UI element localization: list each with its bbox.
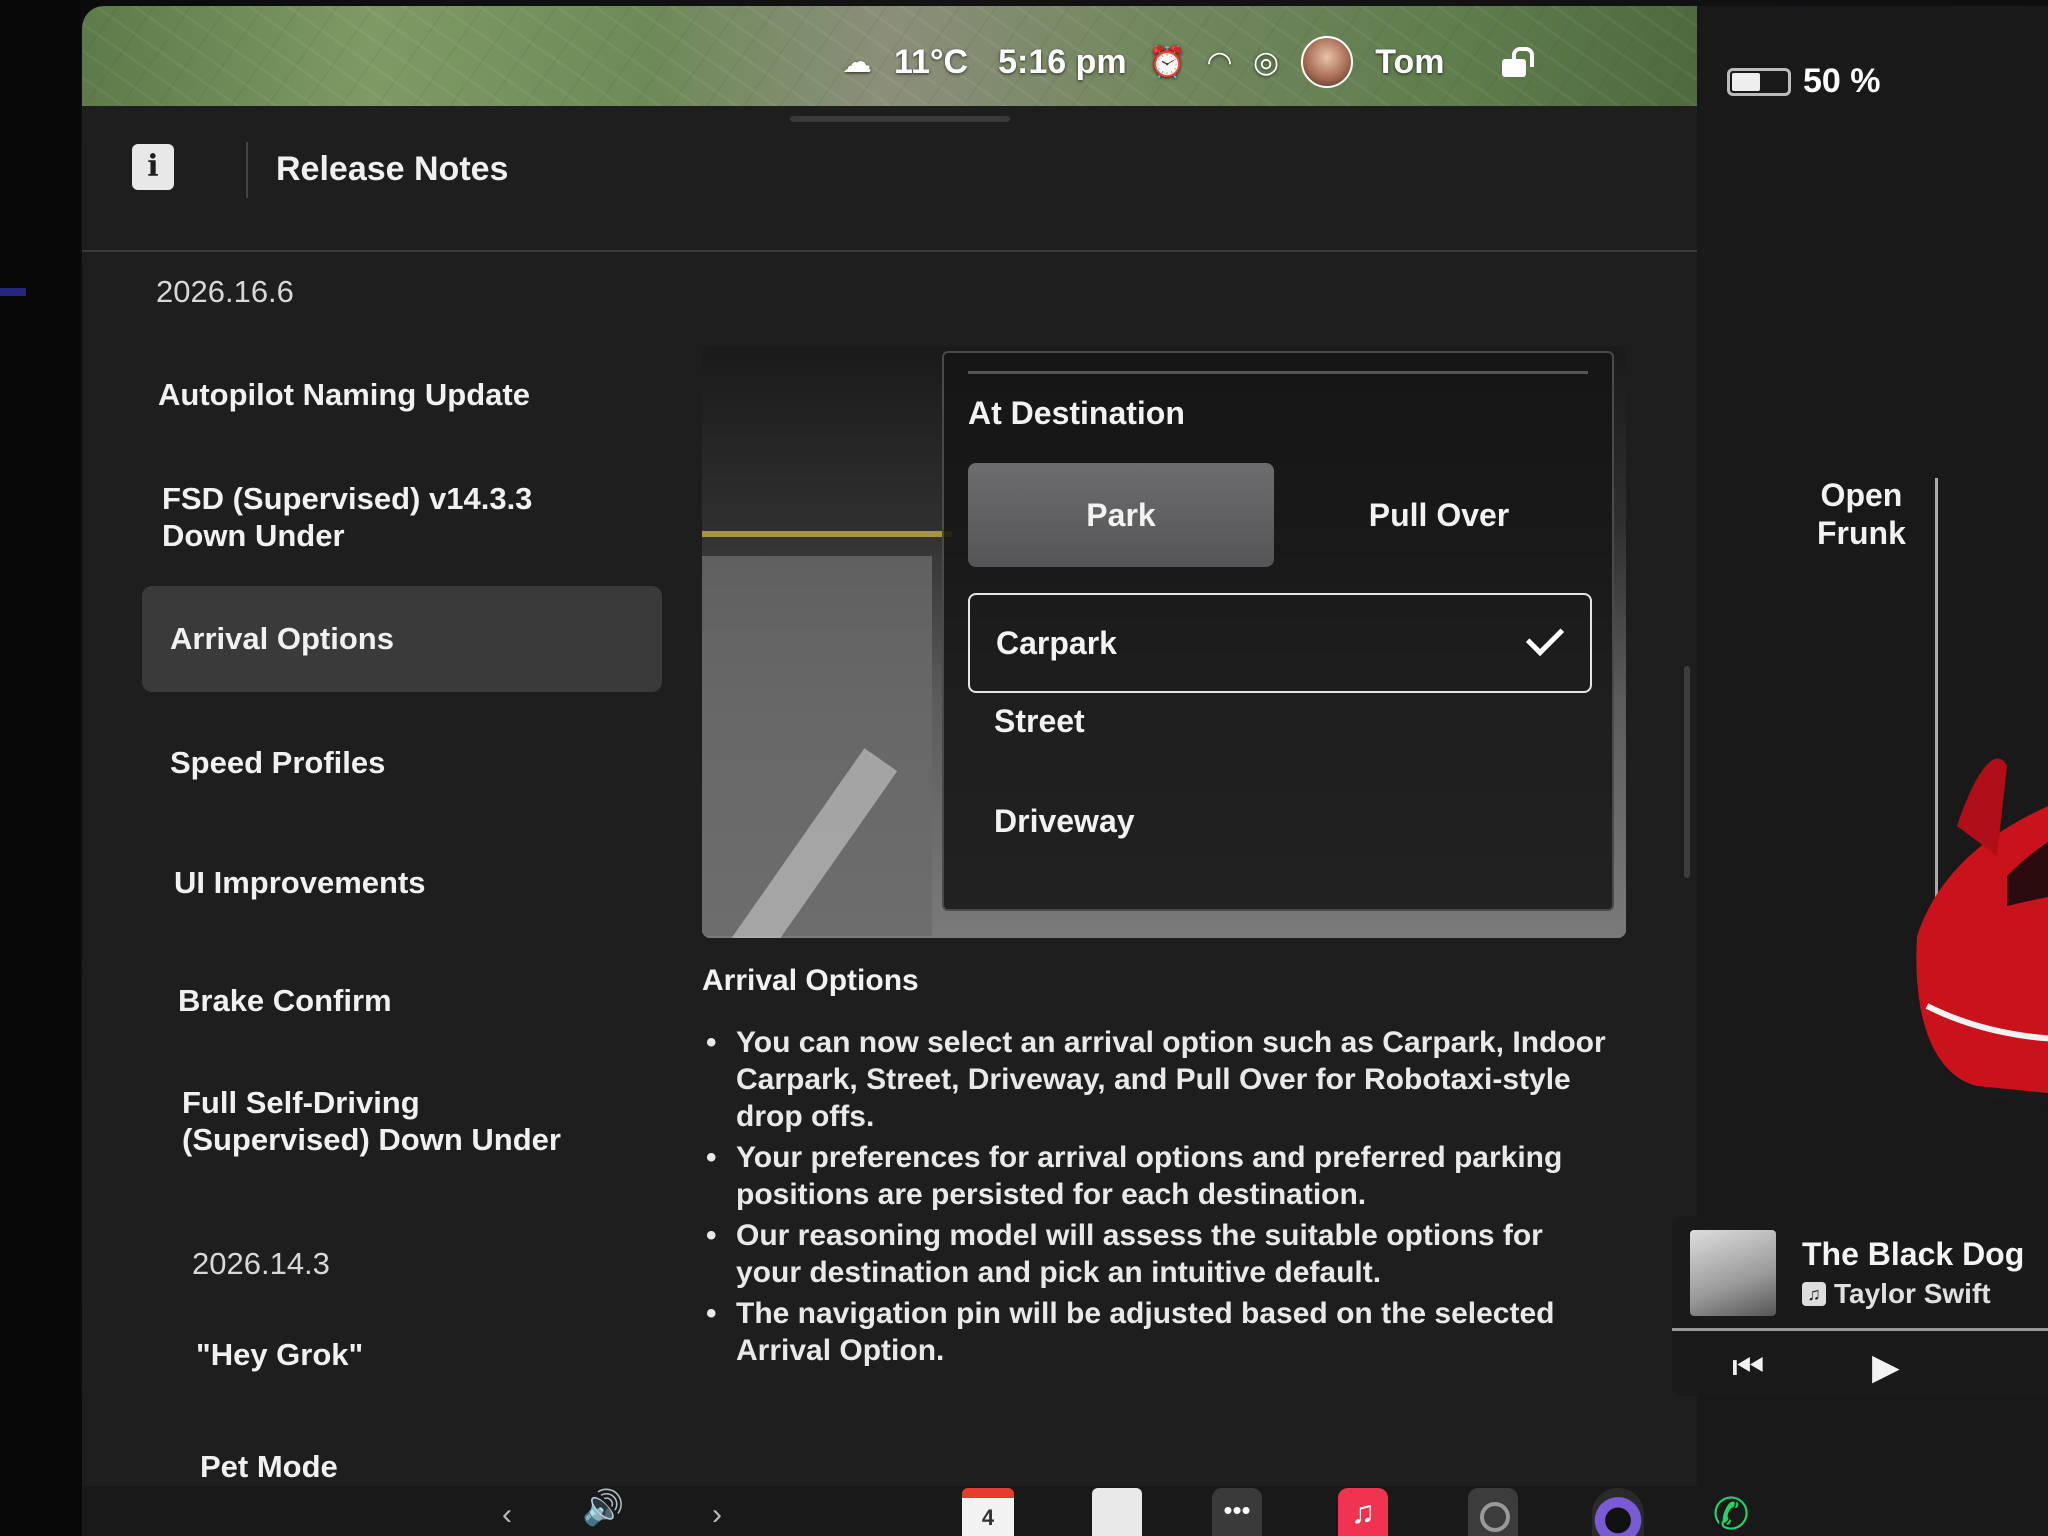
camera-app-icon[interactable] (1468, 1488, 1518, 1536)
arrival-mode-segmented-control: Park Pull Over (968, 463, 1592, 567)
option-label: Street (994, 702, 1085, 739)
pull-over-segment[interactable]: Pull Over (1286, 463, 1592, 567)
artist-line: ♫ Taylor Swift (1802, 1278, 1991, 1310)
notes-app-icon[interactable] (1092, 1488, 1142, 1536)
battery-icon (1727, 67, 1791, 96)
media-player: The Black Dog ♫ Taylor Swift ⏮ ▶ ⏭ (1672, 1216, 2048, 1396)
sidebar-item-arrival-options[interactable]: Arrival Options (142, 586, 662, 692)
preview-road-line (702, 531, 952, 537)
artist-name: Taylor Swift (1834, 1278, 1991, 1309)
volume-up-icon[interactable]: › (712, 1498, 722, 1536)
media-progress-bar[interactable] (1672, 1328, 2048, 1331)
panel-title: Release Notes (276, 150, 509, 188)
panel-header: i Release Notes (82, 106, 1697, 252)
notes-icon: i (132, 144, 174, 190)
phone-icon[interactable]: ✆ (1706, 1488, 1756, 1536)
round-app-icon[interactable] (1592, 1488, 1644, 1536)
option-driveway[interactable]: Driveway (968, 771, 1592, 871)
temperature: 11°C (894, 42, 969, 81)
check-icon (1525, 617, 1565, 657)
frunk-label-line1: Open (1820, 477, 1903, 513)
bezel-left (0, 0, 80, 1536)
wifi-icon[interactable]: ◠ (1208, 45, 1231, 80)
sidebar-item-brake-confirm[interactable]: Brake Confirm (178, 982, 698, 1019)
more-apps-icon[interactable]: ••• (1212, 1488, 1262, 1536)
car-model (1916, 758, 2048, 1105)
content-scrollbar[interactable] (1684, 666, 1690, 878)
sidebar-item-autopilot-naming[interactable]: Autopilot Naming Update (158, 376, 678, 413)
version-label: 2026.16.6 (156, 274, 294, 309)
sidebar-item-fsd-v14[interactable]: FSD (Supervised) v14.3.3 Down Under (162, 480, 582, 554)
volume-down-icon[interactable]: ‹ (502, 1498, 512, 1536)
ambient-light-strip (0, 288, 26, 296)
battery-percent: 50 % (1803, 62, 1881, 100)
sidebar-item-hey-grok[interactable]: "Hey Grok" (196, 1336, 716, 1373)
avatar[interactable] (1301, 36, 1354, 88)
vehicle-visualization: Open Frunk (1697, 106, 2048, 1206)
sidebar-item-fsd-down-under[interactable]: Full Self-Driving (Supervised) Down Unde… (182, 1084, 582, 1158)
park-segment[interactable]: Park (968, 463, 1274, 567)
record-icon[interactable]: ◎ (1253, 45, 1279, 80)
music-note-icon: ♫ (1802, 1282, 1826, 1306)
clock: 5:16 pm (998, 42, 1127, 81)
bullet-item: The navigation pin will be adjusted base… (702, 1295, 1612, 1369)
bullet-item: Your preferences for arrival options and… (702, 1139, 1612, 1213)
destination-title: At Destination (968, 395, 1185, 431)
feature-bullets: You can now select an arrival option suc… (702, 1024, 1612, 1373)
option-label: Carpark (996, 624, 1117, 661)
song-title: The Black Dog (1802, 1236, 2025, 1272)
frunk-label-line2: Frunk (1817, 515, 1906, 551)
touchscreen: ☁ 11°C 5:16 pm ⏰ ◠ ◎ Tom 50 % i Release … (82, 6, 2048, 1536)
alarm-icon[interactable]: ⏰ (1149, 45, 1186, 80)
status-items: ☁ 11°C 5:16 pm ⏰ ◠ ◎ Tom (842, 36, 1535, 88)
album-art[interactable] (1690, 1230, 1776, 1316)
bullet-item: You can now select an arrival option suc… (702, 1024, 1612, 1135)
battery-indicator: 50 % (1727, 62, 1881, 101)
sidebar-item-ui-improvements[interactable]: UI Improvements (174, 864, 694, 901)
card-top-divider (968, 371, 1588, 374)
calendar-day: 4 (981, 1505, 995, 1530)
option-label: Driveway (994, 802, 1135, 839)
version-label-2: 2026.14.3 (192, 1246, 330, 1281)
sidebar-item-label: Arrival Options (170, 621, 394, 656)
play-icon[interactable]: ▶ (1872, 1346, 1900, 1388)
bullet-item: Our reasoning model will assess the suit… (702, 1217, 1612, 1291)
option-street[interactable]: Street (968, 671, 1592, 771)
open-frunk-button[interactable]: Open Frunk (1817, 476, 1906, 552)
volume-icon[interactable]: 🔊 (582, 1488, 624, 1536)
app-dock: ‹ 🔊 › 4 ••• ♫ ✆ (82, 1478, 2048, 1536)
previous-icon[interactable]: ⏮ (1732, 1346, 1764, 1389)
battery-fill (1732, 72, 1760, 91)
sidebar-item-speed-profiles[interactable]: Speed Profiles (170, 744, 690, 781)
calendar-icon[interactable]: 4 (962, 1488, 1014, 1536)
cloud-icon: ☁ (842, 45, 872, 79)
lock-icon[interactable] (1500, 47, 1535, 77)
music-app-icon[interactable]: ♫ (1338, 1488, 1388, 1536)
header-divider (246, 142, 248, 198)
user-name[interactable]: Tom (1375, 43, 1444, 82)
section-title: Arrival Options (702, 964, 919, 997)
at-destination-card: At Destination Park Pull Over Carpark St… (942, 351, 1614, 911)
